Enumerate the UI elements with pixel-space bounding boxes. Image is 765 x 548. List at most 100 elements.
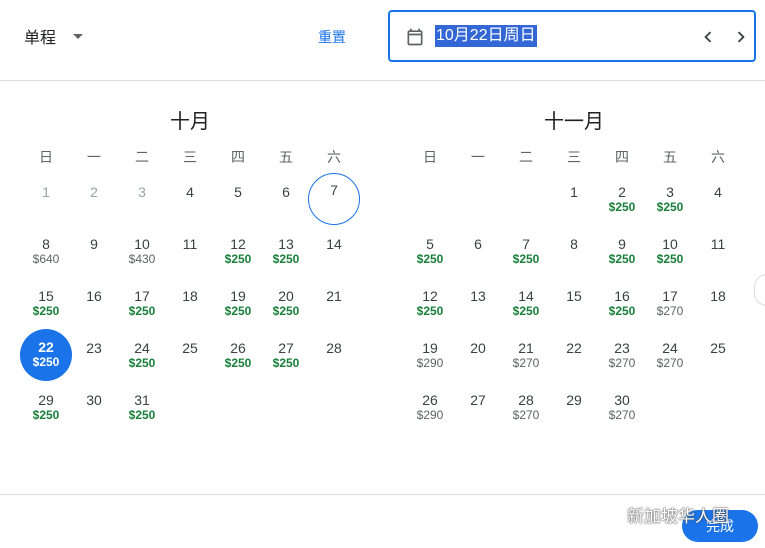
day-number: 8 — [570, 236, 578, 252]
weekday-header: 日 — [39, 149, 53, 165]
day-cell[interactable]: 22 — [550, 333, 598, 381]
day-cell[interactable]: 15 — [550, 281, 598, 329]
departure-date-field[interactable]: 10月22日周日 — [388, 10, 756, 62]
day-cell[interactable]: 19 $290 — [406, 333, 454, 381]
day-cell[interactable]: 17 $270 — [646, 281, 694, 329]
day-number: 13 — [278, 236, 294, 252]
day-price: $250 — [224, 304, 252, 318]
day-cell[interactable]: 21 $270 — [502, 333, 550, 381]
day-number: 16 — [86, 288, 102, 304]
day-price: $640 — [32, 252, 60, 266]
weekday-header: 六 — [711, 149, 725, 165]
day-cell[interactable]: 20 — [454, 333, 502, 381]
day-cell[interactable]: 11 — [694, 229, 742, 277]
day-cell[interactable]: 8 $640 — [22, 229, 70, 277]
day-cell-today[interactable]: 7 — [308, 173, 360, 225]
day-cell[interactable]: 12 $250 — [214, 229, 262, 277]
day-cell[interactable]: 6 — [262, 177, 310, 225]
weekday-header: 一 — [471, 149, 485, 165]
day-cell[interactable]: 27 $250 — [262, 333, 310, 381]
day-cell[interactable]: 23 — [70, 333, 118, 381]
day-number: 18 — [182, 288, 198, 304]
day-price: $250 — [608, 252, 636, 266]
day-price: $250 — [656, 200, 684, 214]
day-cell[interactable]: 26 $290 — [406, 385, 454, 433]
day-cell[interactable]: 8 — [550, 229, 598, 277]
day-cell[interactable]: 30 — [70, 385, 118, 433]
chevron-left-icon[interactable] — [697, 26, 719, 48]
day-price: $250 — [416, 252, 444, 266]
day-cell[interactable]: 23 $270 — [598, 333, 646, 381]
day-number: 23 — [614, 340, 630, 356]
day-number: 6 — [474, 236, 482, 252]
day-cell[interactable]: 13 $250 — [262, 229, 310, 277]
day-cell[interactable]: 31 $250 — [118, 385, 166, 433]
day-cell[interactable]: 10 $250 — [646, 229, 694, 277]
day-cell[interactable]: 27 — [454, 385, 502, 433]
day-number: 19 — [422, 340, 438, 356]
day-cell[interactable]: 5 $250 — [406, 229, 454, 277]
day-cell[interactable]: 25 — [694, 333, 742, 381]
day-cell[interactable]: 24 $250 — [118, 333, 166, 381]
day-cell[interactable]: 18 — [694, 281, 742, 329]
day-number: 1 — [570, 184, 578, 200]
day-cell[interactable]: 11 — [166, 229, 214, 277]
day-cell[interactable]: 24 $270 — [646, 333, 694, 381]
day-number: 25 — [710, 340, 726, 356]
day-cell[interactable]: 26 $250 — [214, 333, 262, 381]
trip-type-dropdown[interactable]: 单程 — [24, 24, 84, 48]
day-cell[interactable]: 3 $250 — [646, 177, 694, 225]
day-cell[interactable]: 21 — [310, 281, 358, 329]
departure-date-value[interactable]: 10月22日周日 — [435, 25, 537, 47]
day-number: 27 — [470, 392, 486, 408]
day-cell[interactable]: 20 $250 — [262, 281, 310, 329]
weekday-header: 二 — [519, 149, 533, 165]
chevron-right-icon[interactable] — [730, 26, 752, 48]
day-cell[interactable]: 4 — [694, 177, 742, 225]
day-cell[interactable]: 12 $250 — [406, 281, 454, 329]
day-cell[interactable]: 30 $270 — [598, 385, 646, 433]
day-number: 14 — [518, 288, 534, 304]
day-cell[interactable]: 2 $250 — [598, 177, 646, 225]
day-cell[interactable]: 25 — [166, 333, 214, 381]
day-cell[interactable]: 16 $250 — [598, 281, 646, 329]
day-cell[interactable]: 4 — [166, 177, 214, 225]
day-cell[interactable]: 1 — [550, 177, 598, 225]
day-cell[interactable]: 5 — [214, 177, 262, 225]
day-cell[interactable]: 16 — [70, 281, 118, 329]
day-number: 5 — [426, 236, 434, 252]
weekday-header: 日 — [423, 149, 437, 165]
day-cell[interactable]: 28 — [310, 333, 358, 381]
scroll-handle[interactable] — [754, 274, 765, 306]
day-price: $250 — [272, 252, 300, 266]
day-cell[interactable]: 9 $250 — [598, 229, 646, 277]
day-price: $270 — [608, 408, 636, 422]
day-number: 16 — [614, 288, 630, 304]
day-cell[interactable]: 13 — [454, 281, 502, 329]
day-number: 11 — [182, 236, 198, 252]
day-cell[interactable]: 28 $270 — [502, 385, 550, 433]
weekday-header: 三 — [183, 149, 197, 165]
weekday-header: 六 — [327, 149, 341, 165]
day-cell[interactable]: 19 $250 — [214, 281, 262, 329]
day-cell[interactable]: 14 — [310, 229, 358, 277]
day-price: $270 — [512, 408, 540, 422]
day-cell-selected[interactable]: 22 $250 — [20, 329, 72, 381]
day-cell[interactable]: 10 $430 — [118, 229, 166, 277]
day-price: $270 — [608, 356, 636, 370]
day-cell[interactable]: 18 — [166, 281, 214, 329]
day-price: $250 — [272, 304, 300, 318]
day-cell[interactable]: 7 $250 — [502, 229, 550, 277]
day-cell[interactable]: 15 $250 — [22, 281, 70, 329]
day-number: 9 — [90, 236, 98, 252]
day-number: 9 — [618, 236, 626, 252]
reset-button[interactable]: 重置 — [318, 27, 346, 47]
day-cell[interactable]: 14 $250 — [502, 281, 550, 329]
day-cell[interactable]: 29 — [550, 385, 598, 433]
day-cell[interactable]: 9 — [70, 229, 118, 277]
day-cell[interactable]: 29 $250 — [22, 385, 70, 433]
weekday-header: 三 — [567, 149, 581, 165]
day-cell[interactable]: 6 — [454, 229, 502, 277]
day-price: $250 — [32, 304, 60, 318]
day-cell[interactable]: 17 $250 — [118, 281, 166, 329]
